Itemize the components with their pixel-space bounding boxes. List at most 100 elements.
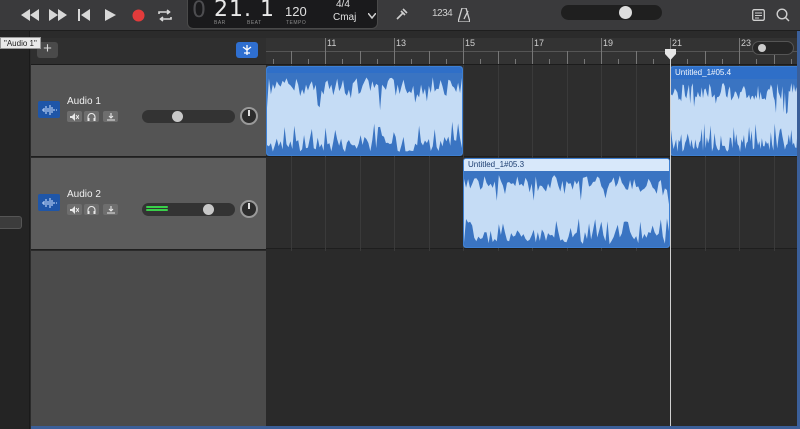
ruler-bar-label: 15 — [465, 38, 476, 48]
ruler-tick — [756, 59, 758, 64]
tuner-button[interactable] — [392, 4, 410, 26]
ruler-tick — [687, 59, 689, 64]
fast-forward-button[interactable] — [48, 4, 68, 26]
solo-button[interactable] — [84, 204, 99, 215]
track-volume-knob[interactable] — [203, 204, 215, 215]
pan-knob[interactable] — [240, 200, 258, 218]
ruler-tick — [497, 51, 499, 64]
count-in-button[interactable]: 1234 — [432, 8, 453, 19]
lcd-bar-label: BAR — [214, 20, 226, 26]
ruler-tick — [325, 38, 326, 64]
audio-region[interactable] — [266, 66, 463, 156]
playhead[interactable] — [670, 52, 671, 429]
lcd-time-signature: 4/4 — [336, 0, 350, 10]
chevron-down-icon[interactable] — [367, 6, 377, 24]
ruler-tick — [411, 59, 413, 64]
waveform — [464, 171, 669, 247]
speaker-mute-icon — [70, 112, 79, 121]
ruler-tick — [721, 59, 723, 64]
cycle-button[interactable] — [155, 4, 175, 26]
ruler-bar-label: 21 — [672, 38, 683, 48]
record-enable-button[interactable] — [103, 204, 118, 215]
track-tooltip: "Audio 1" — [0, 37, 41, 49]
metronome-button[interactable] — [455, 4, 473, 26]
record-button[interactable] — [130, 4, 146, 26]
rewind-button[interactable] — [20, 4, 40, 26]
region-title: Untitled_1#05.3 — [464, 159, 669, 171]
ruler-tick — [342, 59, 344, 64]
download-icon — [106, 112, 115, 121]
lcd-tempo-label: TEMPO — [286, 20, 307, 26]
lcd-key: Cmaj — [333, 12, 357, 23]
mute-button[interactable] — [67, 204, 82, 215]
zoom-knob[interactable] — [758, 44, 766, 52]
playhead-handle-icon[interactable] — [665, 49, 676, 60]
ruler-tick — [618, 59, 620, 64]
record-icon — [132, 9, 144, 21]
go-to-beginning-button[interactable] — [76, 4, 92, 26]
headphones-icon — [87, 205, 96, 214]
waveform — [671, 79, 799, 155]
ruler-bar-label: 23 — [741, 38, 752, 48]
timeline-ruler[interactable]: 11 13 15 17 19 21 23 — [266, 38, 800, 65]
waveform — [267, 73, 462, 155]
empty-header-area — [31, 251, 266, 429]
skip-back-icon — [78, 9, 90, 21]
lcd-display[interactable]: 0 21. 1 BAR BEAT 120 TEMPO 4/4 Cmaj — [187, 0, 378, 29]
track-header-audio-2[interactable]: Audio 2 — [31, 158, 266, 250]
track-volume-slider[interactable] — [142, 203, 235, 216]
ruler-tick — [359, 51, 361, 64]
ruler-tick — [463, 38, 464, 64]
ruler-tick — [307, 59, 309, 64]
library-handle[interactable] — [0, 216, 22, 229]
solo-button[interactable] — [84, 111, 99, 122]
audio-region[interactable]: Untitled_1#05.3 — [463, 158, 670, 248]
notepad-icon — [751, 9, 765, 21]
notepad-button[interactable] — [750, 4, 766, 26]
ruler-tick — [739, 38, 740, 64]
ruler-tick — [652, 59, 654, 64]
cycle-icon — [158, 8, 172, 22]
ruler-tick — [290, 51, 292, 64]
loop-browser-button[interactable] — [775, 4, 791, 26]
tracks-area[interactable]: Untitled_1#05.3 Untitled_1#05.4 — [266, 65, 800, 429]
track-name: Audio 2 — [67, 189, 101, 200]
tuning-fork-icon — [396, 8, 408, 20]
mute-button[interactable] — [67, 111, 82, 122]
track-name: Audio 1 — [67, 96, 101, 107]
play-icon — [104, 9, 116, 21]
ruler-tick — [601, 38, 602, 64]
track-volume-knob[interactable] — [172, 111, 184, 122]
audio-region[interactable]: Untitled_1#05.4 — [670, 66, 800, 156]
play-button[interactable] — [102, 4, 118, 26]
smart-controls-button[interactable] — [236, 42, 258, 58]
track-header-audio-1[interactable]: Audio 1 — [31, 65, 266, 157]
ruler-tick — [273, 59, 275, 64]
record-enable-button[interactable] — [103, 111, 118, 122]
region-title: Untitled_1#05.4 — [671, 67, 799, 79]
lcd-position-leading-digit: 0 — [192, 0, 206, 23]
zoom-slider[interactable] — [752, 41, 794, 55]
pan-knob[interactable] — [240, 107, 258, 125]
master-volume-slider[interactable] — [561, 5, 662, 20]
lcd-beat-label: BEAT — [247, 20, 262, 26]
ruler-tick — [704, 51, 706, 64]
ruler-tick — [635, 51, 637, 64]
metronome-icon — [458, 8, 470, 22]
fast-forward-icon — [49, 9, 67, 21]
ruler-bar-label: 11 — [327, 38, 337, 48]
track-volume-slider[interactable] — [142, 110, 235, 123]
level-meter — [146, 206, 168, 213]
master-volume-knob[interactable] — [619, 6, 633, 19]
waveform-icon — [38, 101, 60, 118]
ruler-tick — [532, 38, 533, 64]
lcd-position: 21. 1 — [214, 0, 275, 22]
control-bar: 0 21. 1 BAR BEAT 120 TEMPO 4/4 Cmaj 1234 — [0, 0, 800, 31]
download-icon — [106, 205, 115, 214]
speaker-mute-icon — [70, 205, 79, 214]
loop-icon — [776, 8, 790, 22]
track-header-toolbar: + — [31, 38, 266, 65]
smart-controls-icon — [242, 45, 252, 55]
ruler-tick — [428, 51, 430, 64]
ruler-divider — [266, 51, 800, 52]
